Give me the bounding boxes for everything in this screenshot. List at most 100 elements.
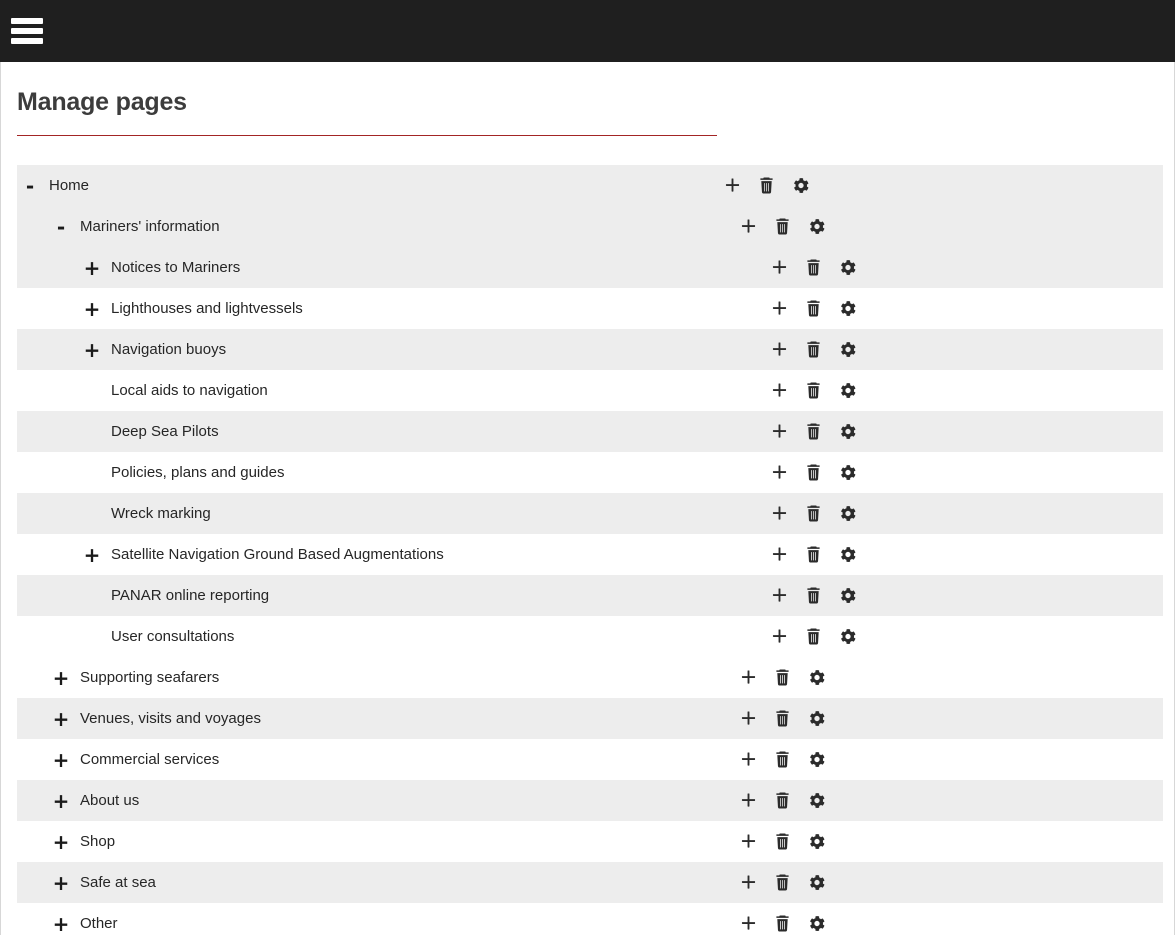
collapse-toggle-icon[interactable]: -	[17, 176, 43, 196]
tree-row-label[interactable]: Deep Sea Pilots	[105, 423, 219, 440]
page-settings-button[interactable]	[808, 710, 825, 727]
tree-row-background	[17, 165, 1163, 206]
add-child-page-button[interactable]	[740, 915, 757, 932]
add-child-page-button[interactable]	[740, 751, 757, 768]
add-child-page-button[interactable]	[771, 628, 788, 645]
tree-row-label[interactable]: Notices to Mariners	[105, 259, 240, 276]
expand-toggle-icon[interactable]: +	[48, 791, 74, 811]
tree-row-label[interactable]: Policies, plans and guides	[105, 464, 284, 481]
add-child-page-button[interactable]	[771, 505, 788, 522]
hamburger-menu-icon[interactable]	[11, 18, 43, 44]
add-child-page-button[interactable]	[771, 341, 788, 358]
tree-row: + Other	[17, 903, 1163, 943]
delete-page-button[interactable]	[805, 546, 822, 563]
expand-toggle-icon[interactable]: +	[48, 750, 74, 770]
page-settings-button[interactable]	[839, 300, 856, 317]
delete-page-button[interactable]	[805, 259, 822, 276]
tree-row-label[interactable]: About us	[74, 792, 139, 809]
add-child-page-button[interactable]	[740, 874, 757, 891]
add-child-page-button[interactable]	[740, 710, 757, 727]
delete-page-button[interactable]	[805, 628, 822, 645]
delete-page-button[interactable]	[774, 792, 791, 809]
tree-row-actions	[740, 833, 825, 850]
page-settings-button[interactable]	[792, 177, 809, 194]
delete-page-button[interactable]	[758, 177, 775, 194]
delete-page-button[interactable]	[805, 382, 822, 399]
tree-row: Wreck marking	[17, 493, 1163, 534]
page-settings-button[interactable]	[839, 464, 856, 481]
add-child-page-button[interactable]	[771, 464, 788, 481]
expand-toggle-icon[interactable]: +	[48, 668, 74, 688]
tree-row-actions	[740, 792, 825, 809]
tree-row-label[interactable]: Safe at sea	[74, 874, 156, 891]
hamburger-bar-1	[11, 18, 43, 24]
page-settings-button[interactable]	[808, 833, 825, 850]
expand-toggle-icon[interactable]: +	[48, 914, 74, 934]
delete-page-button[interactable]	[805, 587, 822, 604]
page-settings-button[interactable]	[839, 587, 856, 604]
add-child-page-button[interactable]	[771, 587, 788, 604]
delete-page-button[interactable]	[774, 833, 791, 850]
delete-page-button[interactable]	[774, 915, 791, 932]
page-settings-button[interactable]	[839, 423, 856, 440]
tree-row-actions	[771, 382, 856, 399]
delete-page-button[interactable]	[805, 423, 822, 440]
tree-row-label[interactable]: Wreck marking	[105, 505, 211, 522]
add-child-page-button[interactable]	[771, 300, 788, 317]
page-settings-button[interactable]	[808, 874, 825, 891]
tree-row-label[interactable]: User consultations	[105, 628, 234, 645]
tree-row-label[interactable]: Other	[74, 915, 118, 932]
delete-page-button[interactable]	[774, 669, 791, 686]
page-settings-button[interactable]	[839, 341, 856, 358]
page-settings-button[interactable]	[808, 751, 825, 768]
tree-row-label[interactable]: Mariners' information	[74, 218, 220, 235]
expand-toggle-icon[interactable]: +	[48, 873, 74, 893]
delete-page-button[interactable]	[774, 218, 791, 235]
tree-row-label[interactable]: Local aids to navigation	[105, 382, 268, 399]
tree-row-label[interactable]: Lighthouses and lightvessels	[105, 300, 303, 317]
page-settings-button[interactable]	[839, 505, 856, 522]
page-settings-button[interactable]	[839, 546, 856, 563]
delete-page-button[interactable]	[805, 464, 822, 481]
add-child-page-button[interactable]	[740, 833, 757, 850]
add-child-page-button[interactable]	[724, 177, 741, 194]
add-child-page-button[interactable]	[771, 382, 788, 399]
expand-toggle-icon[interactable]: +	[48, 709, 74, 729]
add-child-page-button[interactable]	[740, 669, 757, 686]
page-settings-button[interactable]	[808, 915, 825, 932]
expand-toggle-icon[interactable]: +	[48, 832, 74, 852]
expand-toggle-icon[interactable]: +	[79, 545, 105, 565]
delete-page-button[interactable]	[805, 300, 822, 317]
tree-row-label[interactable]: Shop	[74, 833, 115, 850]
add-child-page-button[interactable]	[740, 218, 757, 235]
tree-row-label[interactable]: Commercial services	[74, 751, 219, 768]
collapse-toggle-icon[interactable]: -	[48, 217, 74, 237]
tree-row-label[interactable]: Supporting seafarers	[74, 669, 219, 686]
tree-row-label[interactable]: Satellite Navigation Ground Based Augmen…	[105, 546, 444, 563]
add-child-page-button[interactable]	[771, 423, 788, 440]
tree-row-background	[79, 493, 1163, 534]
expand-toggle-icon[interactable]: +	[79, 340, 105, 360]
page-title: Manage pages	[17, 88, 187, 116]
page-settings-button[interactable]	[839, 628, 856, 645]
delete-page-button[interactable]	[805, 505, 822, 522]
tree-row-background	[79, 329, 1163, 370]
page-settings-button[interactable]	[808, 792, 825, 809]
add-child-page-button[interactable]	[740, 792, 757, 809]
tree-row-label[interactable]: Venues, visits and voyages	[74, 710, 261, 727]
expand-toggle-icon[interactable]: +	[79, 299, 105, 319]
tree-row-label[interactable]: Home	[43, 177, 89, 194]
tree-row-label[interactable]: Navigation buoys	[105, 341, 226, 358]
add-child-page-button[interactable]	[771, 546, 788, 563]
delete-page-button[interactable]	[774, 710, 791, 727]
delete-page-button[interactable]	[774, 751, 791, 768]
page-settings-button[interactable]	[839, 382, 856, 399]
page-settings-button[interactable]	[808, 669, 825, 686]
tree-row-label[interactable]: PANAR online reporting	[105, 587, 269, 604]
expand-toggle-icon[interactable]: +	[79, 258, 105, 278]
delete-page-button[interactable]	[774, 874, 791, 891]
add-child-page-button[interactable]	[771, 259, 788, 276]
delete-page-button[interactable]	[805, 341, 822, 358]
page-settings-button[interactable]	[808, 218, 825, 235]
page-settings-button[interactable]	[839, 259, 856, 276]
